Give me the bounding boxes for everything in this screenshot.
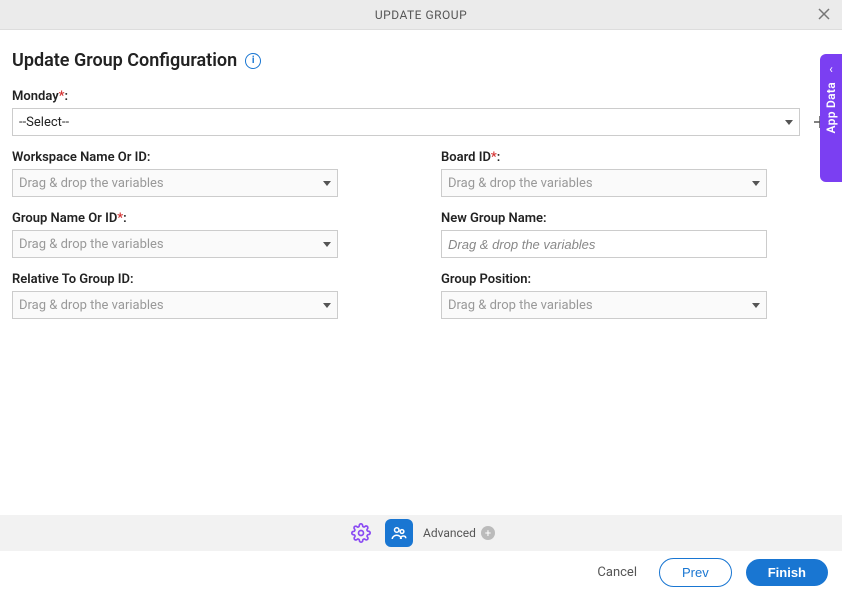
prev-button[interactable]: Prev [659, 558, 732, 587]
form-grid: Workspace Name Or ID: Drag & drop the va… [12, 150, 830, 319]
groupname-label-text: Group Name Or ID [12, 211, 117, 226]
content-area: Update Group Configuration i Monday*: --… [0, 30, 842, 319]
relativeto-field: Relative To Group ID: Drag & drop the va… [12, 272, 401, 319]
page-title: Update Group Configuration [12, 50, 237, 71]
newgroupname-input[interactable] [441, 230, 767, 258]
required-marker: * [59, 89, 65, 104]
relativeto-placeholder: Drag & drop the variables [19, 298, 164, 313]
chevron-left-icon: ‹ [829, 62, 833, 76]
workspace-field: Workspace Name Or ID: Drag & drop the va… [12, 150, 401, 197]
group-tool-button[interactable] [385, 519, 413, 547]
monday-select-value: --Select-- [19, 115, 69, 130]
advanced-label: Advanced [423, 526, 476, 540]
close-button[interactable] [814, 4, 834, 24]
advanced-toggle[interactable]: Advanced + [423, 526, 495, 540]
gear-icon [351, 523, 371, 543]
groupname-label: Group Name Or ID*: [12, 211, 401, 226]
monday-row: Monday*: --Select-- [12, 89, 830, 136]
workspace-input[interactable]: Drag & drop the variables [12, 169, 338, 197]
boardid-input[interactable]: Drag & drop the variables [441, 169, 767, 197]
plus-circle-icon: + [481, 526, 495, 540]
groupname-placeholder: Drag & drop the variables [19, 237, 164, 252]
position-placeholder: Drag & drop the variables [448, 298, 593, 313]
chevron-down-icon [785, 120, 793, 125]
monday-select[interactable]: --Select-- [12, 108, 800, 136]
chevron-down-icon [323, 242, 331, 247]
monday-field: Monday*: --Select-- [12, 89, 800, 136]
workspace-placeholder: Drag & drop the variables [19, 176, 164, 191]
chevron-down-icon [752, 181, 760, 186]
boardid-label-text: Board ID [441, 150, 491, 165]
groupname-field: Group Name Or ID*: Drag & drop the varia… [12, 211, 401, 258]
monday-label: Monday*: [12, 89, 800, 104]
footer-buttons: Cancel Prev Finish [589, 558, 828, 587]
cancel-button[interactable]: Cancel [589, 559, 645, 586]
boardid-placeholder: Drag & drop the variables [448, 176, 593, 191]
page-title-row: Update Group Configuration i [12, 50, 830, 71]
chevron-down-icon [323, 303, 331, 308]
newgroupname-label: New Group Name: [441, 211, 830, 226]
position-input[interactable]: Drag & drop the variables [441, 291, 767, 319]
finish-button[interactable]: Finish [746, 559, 828, 586]
position-field: Group Position: Drag & drop the variable… [441, 272, 830, 319]
relativeto-label: Relative To Group ID: [12, 272, 401, 287]
info-icon[interactable]: i [245, 53, 261, 69]
groupname-input[interactable]: Drag & drop the variables [12, 230, 338, 258]
position-label: Group Position: [441, 272, 830, 287]
chevron-down-icon [752, 303, 760, 308]
app-data-label: App Data [824, 82, 838, 133]
monday-label-text: Monday [12, 89, 59, 104]
close-icon [817, 7, 831, 21]
chevron-down-icon [323, 181, 331, 186]
settings-button[interactable] [347, 519, 375, 547]
boardid-label: Board ID*: [441, 150, 830, 165]
boardid-field: Board ID*: Drag & drop the variables [441, 150, 830, 197]
workspace-label: Workspace Name Or ID: [12, 150, 401, 165]
header-title: UPDATE GROUP [375, 8, 467, 22]
required-marker: * [491, 150, 497, 165]
app-data-panel-toggle[interactable]: ‹ App Data [820, 54, 842, 182]
required-marker: * [117, 211, 123, 226]
toolbar: Advanced + [0, 515, 842, 551]
relativeto-input[interactable]: Drag & drop the variables [12, 291, 338, 319]
newgroupname-field: New Group Name: [441, 211, 830, 258]
header-bar: UPDATE GROUP [0, 0, 842, 30]
users-icon [390, 524, 408, 542]
